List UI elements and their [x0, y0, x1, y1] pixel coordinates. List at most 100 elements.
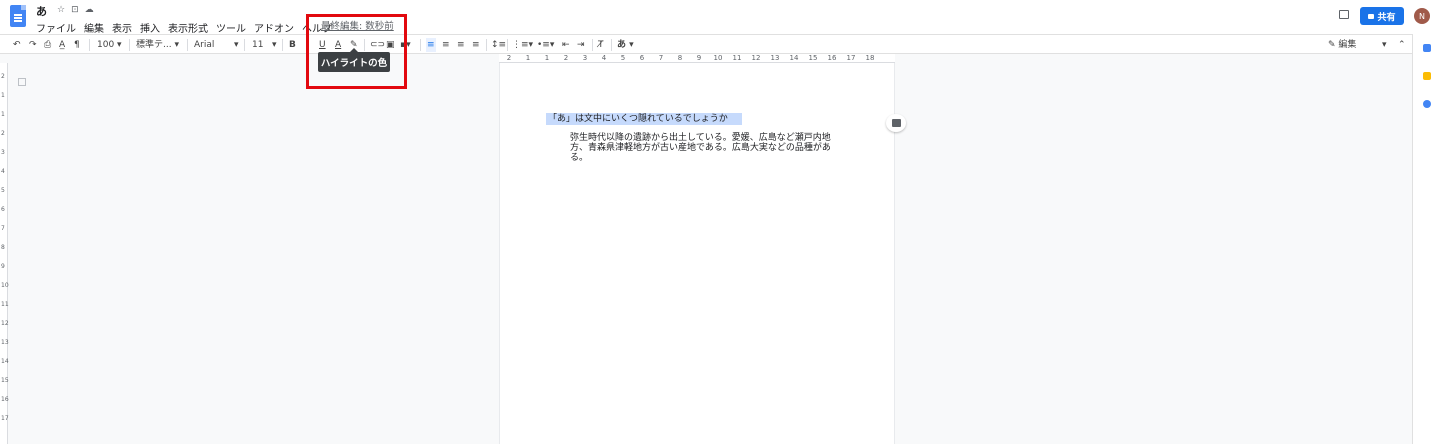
cloud-status-icon: ☁	[84, 5, 94, 15]
ruler-h-number: 4	[601, 54, 607, 62]
ruler-h-number: 11	[732, 54, 742, 62]
ruler-h-number: 12	[751, 54, 761, 62]
bold-button[interactable]: B	[289, 38, 296, 52]
ruler-v-number: 5	[1, 187, 5, 194]
collapse-menus-icon[interactable]: ⌃	[1398, 38, 1406, 52]
divider	[592, 39, 593, 51]
ruler-v-number: 10	[1, 282, 9, 289]
ruler-h-number: 15	[808, 54, 818, 62]
align-right-icon[interactable]: ≡	[457, 38, 465, 52]
ruler-v-number: 13	[1, 339, 9, 346]
ruler-v-number: 17	[1, 415, 9, 422]
divider	[611, 39, 612, 51]
docs-logo-icon[interactable]	[10, 5, 26, 27]
calendar-icon[interactable]	[1423, 44, 1431, 52]
menu-view[interactable]: 表示	[112, 20, 136, 35]
editing-mode-select[interactable]: ✎ 編集	[1328, 38, 1356, 52]
document-title[interactable]: あ	[36, 3, 47, 19]
highlight-color-tooltip: ハイライトの色	[318, 48, 390, 72]
ruler-h-number: 1	[525, 54, 531, 62]
ruler-v-number: 3	[1, 149, 5, 156]
font-dropdown-icon[interactable]: ▾	[234, 38, 239, 52]
divider	[507, 39, 508, 51]
divider	[420, 39, 421, 51]
toolbar: ↶ ↷ ⎙ A̲ ¶ 100 ▾ 標準テ... ▾ Arial ▾ 11 ▾ B…	[0, 34, 1412, 54]
body-paragraph[interactable]: 弥生時代以降の遺跡から出土している。愛媛、広島など瀬戸内地方、青森県津軽地方が古…	[570, 133, 835, 163]
move-folder-icon[interactable]: ⊡	[71, 5, 79, 15]
menu-tools[interactable]: ツール	[216, 20, 250, 35]
document-outline-icon[interactable]	[18, 78, 26, 86]
ruler-v-number: 15	[1, 377, 9, 384]
font-size-select[interactable]: 11	[252, 38, 263, 52]
star-icon[interactable]: ☆	[57, 5, 65, 15]
comment-history-icon[interactable]	[1339, 10, 1349, 19]
line-spacing-icon[interactable]: ↕≡	[491, 38, 506, 52]
zoom-value: 100	[97, 40, 115, 50]
divider	[282, 39, 283, 51]
ruler-h-number: 2	[506, 54, 512, 62]
ruler-v-number: 16	[1, 396, 9, 403]
bulleted-list-icon[interactable]: •≡▾	[537, 38, 554, 52]
menu-insert[interactable]: 挿入	[140, 20, 164, 35]
ruler-h-number: 5	[620, 54, 626, 62]
decrease-indent-icon[interactable]: ⇤	[562, 38, 570, 52]
highlighted-heading[interactable]: 「あ」は文中にいくつ隠れているでしょうか	[546, 113, 742, 125]
share-button[interactable]: 共有	[1360, 7, 1404, 25]
ruler-h-number: 18	[865, 54, 875, 62]
add-comment-icon	[891, 119, 901, 127]
avatar[interactable]: N	[1414, 8, 1430, 24]
ruler-v-number: 1	[1, 111, 5, 118]
paint-format-icon[interactable]: ¶	[74, 38, 80, 52]
ruler-h-number: 13	[770, 54, 780, 62]
ruler-v-number: 7	[1, 225, 5, 232]
horizontal-ruler[interactable]: 2 1 1 2 3 4 5 6 7 8 9 10 11 12 13 14 15 16 17 18	[499, 54, 895, 63]
font-select[interactable]: Arial	[194, 38, 214, 52]
ruler-v-number: 12	[1, 320, 9, 327]
font-value: Arial	[194, 40, 215, 50]
clear-formatting-icon[interactable]: T̸	[598, 38, 604, 52]
menu-format[interactable]: 表示形式	[168, 20, 212, 35]
style-select[interactable]: 標準テ... ▾	[136, 38, 179, 52]
ruler-h-number: 10	[713, 54, 723, 62]
align-justify-icon[interactable]: ≡	[472, 38, 480, 52]
zoom-select[interactable]: 100 ▾	[97, 38, 122, 52]
menu-addons[interactable]: アドオン	[254, 20, 298, 35]
menu-bar: ファイル 編集 表示 挿入 表示形式 ツール アドオン ヘルプ	[36, 20, 340, 35]
numbered-list-icon[interactable]: ⋮≡▾	[512, 38, 533, 52]
ruler-h-number: 3	[582, 54, 588, 62]
add-comment-button[interactable]	[886, 114, 906, 132]
divider	[486, 39, 487, 51]
ruler-v-number: 1	[1, 92, 5, 99]
keep-icon[interactable]	[1423, 72, 1431, 80]
align-center-icon[interactable]: ≡	[442, 38, 450, 52]
redo-icon[interactable]: ↷	[29, 38, 37, 52]
side-panel	[1412, 34, 1440, 444]
vertical-ruler[interactable]: 2 1 1 2 3 4 5 6 7 8 9 10 11 12 13 14 15 16 17	[0, 63, 9, 444]
menu-file[interactable]: ファイル	[36, 20, 80, 35]
spellcheck-icon[interactable]: A̲	[59, 38, 65, 52]
ruler-v-number: 6	[1, 206, 5, 213]
input-tools-button[interactable]: あ ▾	[617, 38, 634, 52]
ruler-h-number: 6	[639, 54, 645, 62]
print-icon[interactable]: ⎙	[44, 38, 51, 52]
ruler-v-number: 14	[1, 358, 9, 365]
ruler-h-number: 7	[658, 54, 664, 62]
share-label: 共有	[1377, 12, 1396, 23]
ruler-h-number: 1	[544, 54, 550, 62]
divider	[187, 39, 188, 51]
ruler-v-number: 11	[1, 301, 9, 308]
ruler-h-number: 2	[563, 54, 569, 62]
style-value: 標準テ...	[136, 40, 172, 50]
font-size-dropdown-icon[interactable]: ▾	[272, 38, 277, 52]
increase-indent-icon[interactable]: ⇥	[577, 38, 585, 52]
ruler-v-number: 2	[1, 73, 5, 80]
tasks-icon[interactable]	[1423, 100, 1431, 108]
ruler-h-number: 17	[846, 54, 856, 62]
align-left-icon[interactable]: ≡	[426, 38, 436, 52]
ruler-h-number: 8	[677, 54, 683, 62]
divider	[244, 39, 245, 51]
input-tool-label: あ	[617, 40, 627, 50]
menu-edit[interactable]: 編集	[84, 20, 108, 35]
editing-mode-dropdown-icon[interactable]: ▾	[1382, 38, 1387, 52]
undo-icon[interactable]: ↶	[13, 38, 21, 52]
